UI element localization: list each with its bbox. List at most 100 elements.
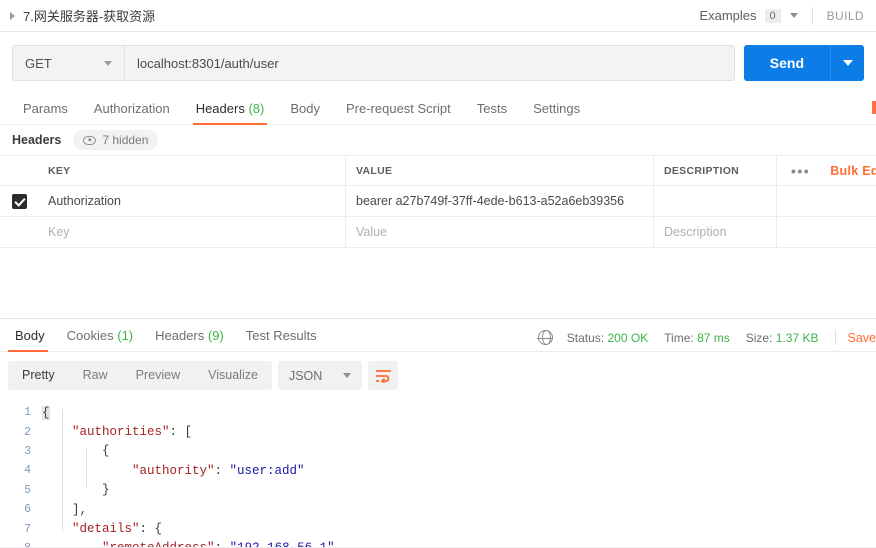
table-header-row: KEY VALUE DESCRIPTION ••• Bulk Edit bbox=[0, 156, 876, 186]
row-description-cell[interactable] bbox=[654, 186, 777, 216]
new-value-placeholder: Value bbox=[356, 225, 388, 239]
build-button[interactable]: BUILD bbox=[827, 9, 864, 23]
tab-body[interactable]: Body bbox=[277, 101, 333, 124]
cookies-link-edge[interactable] bbox=[872, 101, 876, 114]
tab-headers[interactable]: Headers (8) bbox=[183, 101, 278, 125]
checkbox-checked-icon[interactable] bbox=[11, 193, 27, 209]
code-line: 7 "details": { bbox=[0, 519, 876, 538]
row-actions-cell bbox=[777, 186, 876, 216]
code-token: { bbox=[42, 405, 50, 420]
view-mode-preview[interactable]: Preview bbox=[122, 361, 194, 390]
meta-divider bbox=[834, 330, 836, 345]
tab-label: Pre-request Script bbox=[345, 101, 451, 116]
chevron-down-icon bbox=[842, 60, 853, 66]
tab-count: (9) bbox=[207, 328, 224, 343]
chevron-down-icon[interactable] bbox=[789, 13, 798, 18]
url-bar: GET localhost:8301/auth/user Send bbox=[0, 32, 876, 93]
line-number: 7 bbox=[24, 522, 31, 536]
more-options-icon[interactable]: ••• bbox=[791, 164, 810, 178]
send-button[interactable]: Send bbox=[743, 45, 830, 81]
size-indicator: Size: 1.37 KB bbox=[746, 331, 819, 345]
row-value-text: bearer a27b749f-37ff-4ede-b613-a52a6eb39… bbox=[356, 194, 625, 208]
code-token: ], bbox=[42, 502, 88, 517]
chevron-down-icon bbox=[104, 60, 112, 66]
save-response-link[interactable]: Save bbox=[848, 331, 876, 345]
tab-count: (1) bbox=[117, 328, 134, 343]
request-tabs: Params Authorization Headers (8) Body Pr… bbox=[0, 93, 876, 125]
response-tab-headers[interactable]: Headers (9) bbox=[144, 328, 235, 351]
response-tabs: Body Cookies (1) Headers (9) Test Result… bbox=[0, 319, 876, 352]
tab-authorization[interactable]: Authorization bbox=[81, 101, 183, 124]
view-mode-group: Pretty Raw Preview Visualize bbox=[8, 361, 272, 390]
row-checkbox-cell[interactable] bbox=[0, 186, 38, 216]
view-mode-raw[interactable]: Raw bbox=[69, 361, 122, 390]
code-token: "details" bbox=[72, 522, 140, 537]
tab-label: Tests bbox=[476, 101, 508, 116]
row-checkbox-cell-empty[interactable] bbox=[0, 217, 38, 247]
row-value-cell[interactable]: bearer a27b749f-37ff-4ede-b613-a52a6eb39… bbox=[346, 186, 654, 216]
headers-subbar: Headers 7 hidden bbox=[0, 125, 876, 155]
response-body-code[interactable]: 1{2 "authorities": [3 {4 "authority": "u… bbox=[0, 403, 876, 548]
tab-label: Body bbox=[290, 101, 320, 116]
request-title-bar: 7.网关服务器-获取资源 Examples 0 BUILD bbox=[0, 0, 876, 32]
line-number: 1 bbox=[24, 406, 31, 420]
url-input[interactable]: localhost:8301/auth/user bbox=[124, 45, 735, 81]
collapse-triangle-icon[interactable] bbox=[10, 11, 15, 20]
postman-request-window: 7.网关服务器-获取资源 Examples 0 BUILD GET localh… bbox=[0, 0, 876, 548]
view-mode-pretty[interactable]: Pretty bbox=[8, 361, 69, 390]
header-checkbox-col bbox=[0, 156, 38, 185]
column-header-description: DESCRIPTION bbox=[654, 156, 777, 185]
response-tab-cookies[interactable]: Cookies (1) bbox=[56, 328, 144, 351]
tab-pre-request-script[interactable]: Pre-request Script bbox=[333, 101, 464, 124]
format-value: JSON bbox=[288, 368, 323, 383]
new-value-input[interactable]: Value bbox=[346, 217, 654, 247]
word-wrap-button[interactable] bbox=[368, 361, 399, 390]
code-token: } bbox=[42, 483, 110, 498]
code-line: 4 "authority": "user:add" bbox=[0, 461, 876, 480]
fold-guide-inner bbox=[86, 448, 87, 488]
hidden-headers-toggle[interactable]: 7 hidden bbox=[73, 130, 159, 150]
row-key-text: Authorization bbox=[48, 194, 121, 208]
code-token: "authorities" bbox=[72, 425, 170, 440]
time-label: Time: bbox=[664, 330, 694, 345]
headers-table: KEY VALUE DESCRIPTION ••• Bulk Edit Auth… bbox=[0, 155, 876, 248]
tab-tests[interactable]: Tests bbox=[464, 101, 520, 124]
table-row: Authorization bearer a27b749f-37ff-4ede-… bbox=[0, 186, 876, 217]
code-token: : { bbox=[139, 522, 163, 537]
tab-label: Cookies bbox=[66, 328, 114, 343]
response-tab-test-results[interactable]: Test Results bbox=[235, 328, 328, 351]
code-token: "user:add" bbox=[229, 463, 305, 478]
new-description-input[interactable]: Description bbox=[654, 217, 777, 247]
view-mode-visualize[interactable]: Visualize bbox=[194, 361, 272, 390]
bulk-edit-link[interactable]: Bulk Edit bbox=[830, 164, 876, 178]
tab-label: Headers bbox=[155, 328, 205, 343]
code-line: 6 ], bbox=[0, 500, 876, 519]
tab-settings[interactable]: Settings bbox=[520, 101, 593, 124]
row-key-cell[interactable]: Authorization bbox=[38, 186, 346, 216]
tab-label: Settings bbox=[533, 101, 581, 116]
new-key-input[interactable]: Key bbox=[38, 217, 346, 247]
code-lines: 1{2 "authorities": [3 {4 "authority": "u… bbox=[0, 403, 876, 548]
http-method-select[interactable]: GET bbox=[12, 45, 124, 81]
url-value: localhost:8301/auth/user bbox=[137, 55, 279, 71]
new-row-actions bbox=[777, 217, 876, 247]
tab-params[interactable]: Params bbox=[10, 101, 81, 124]
code-text: "authority": "user:add" bbox=[42, 464, 305, 478]
code-line: 3 { bbox=[0, 442, 876, 461]
code-text: { bbox=[42, 405, 50, 420]
format-select[interactable]: JSON bbox=[277, 361, 363, 390]
globe-icon[interactable] bbox=[537, 329, 554, 346]
send-options-button[interactable] bbox=[830, 45, 864, 81]
code-text: "details": { bbox=[42, 522, 162, 536]
http-method-value: GET bbox=[25, 55, 52, 71]
response-tab-body[interactable]: Body bbox=[4, 328, 56, 352]
code-text: } bbox=[42, 483, 110, 497]
tab-label: Test Results bbox=[245, 328, 317, 343]
examples-label[interactable]: Examples bbox=[699, 8, 756, 23]
line-number: 4 bbox=[24, 464, 31, 478]
column-header-value: VALUE bbox=[346, 156, 654, 185]
tab-label: Authorization bbox=[93, 101, 170, 116]
code-text: "authorities": [ bbox=[42, 425, 192, 439]
